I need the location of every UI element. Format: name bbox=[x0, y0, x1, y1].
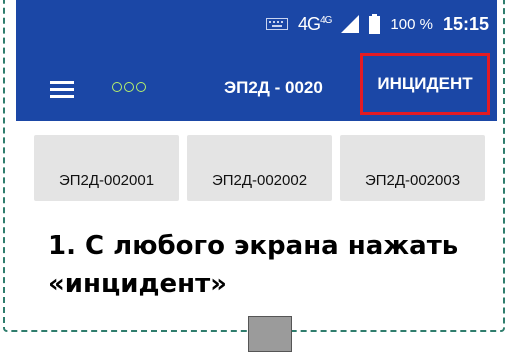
status-bar: 4G4G 100 % 15:15 bbox=[16, 0, 497, 48]
menu-icon[interactable] bbox=[50, 81, 74, 99]
signal-icon bbox=[341, 15, 360, 33]
instruction-line-2: «инцидент» bbox=[48, 269, 227, 299]
clock: 15:15 bbox=[442, 13, 489, 34]
status-indicators: 4G4G 100 % 15:15 bbox=[266, 10, 489, 38]
network-indicator: 4G4G bbox=[298, 13, 332, 35]
dots-icon[interactable] bbox=[112, 82, 146, 96]
tab-row: ЭП2Д-002001 ЭП2Д-002002 ЭП2Д-002003 bbox=[34, 135, 486, 201]
toolbar-title: ЭП2Д - 0020 bbox=[224, 78, 323, 97]
tab-item[interactable]: ЭП2Д-002001 bbox=[34, 135, 179, 201]
tab-item[interactable]: ЭП2Д-002003 bbox=[340, 135, 485, 201]
incident-button[interactable]: ИНЦИДЕНТ bbox=[360, 53, 490, 115]
toolbar: ЭП2Д - 0020 ИНЦИДЕНТ bbox=[16, 53, 497, 120]
keyboard-icon bbox=[266, 18, 289, 30]
instruction-line-1: 1. С любого экрана нажать bbox=[48, 231, 459, 261]
battery-icon bbox=[369, 14, 381, 34]
instruction-text: 1. С любого экрана нажать «инцидент» bbox=[48, 227, 498, 303]
app-bar: 4G4G 100 % 15:15 ЭП2Д - 0020 ИНЦИДЕНТ bbox=[16, 0, 497, 121]
network-sup: 4G bbox=[320, 14, 332, 26]
battery-level: 100 % bbox=[390, 15, 433, 33]
network-type: 4G bbox=[298, 13, 321, 34]
tab-item[interactable]: ЭП2Д-002002 bbox=[187, 135, 332, 201]
